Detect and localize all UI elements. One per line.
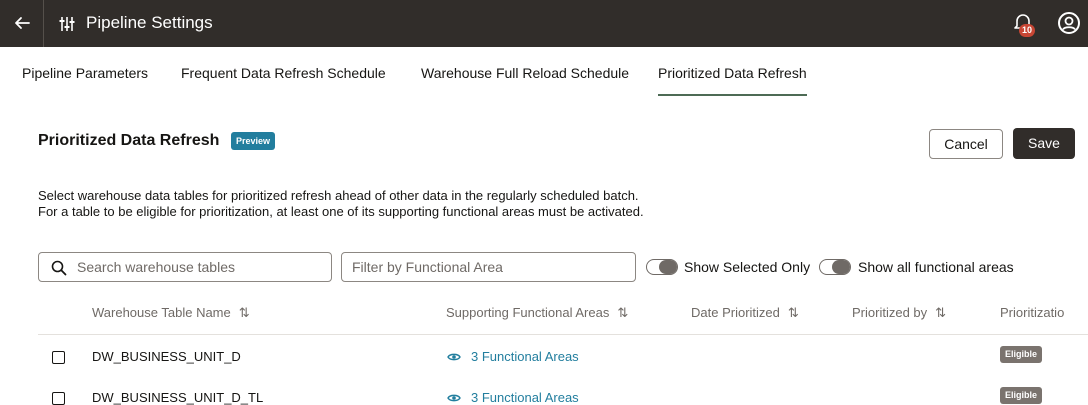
toggle-knob: [659, 260, 677, 274]
preview-badge: Preview: [231, 132, 276, 150]
toggle-knob: [832, 260, 850, 274]
description-line-2: For a table to be eligible for prioritiz…: [38, 204, 644, 219]
show-selected-only-toggle[interactable]: [646, 259, 678, 275]
table-row: DW_BUSINESS_UNIT_D 3 Functional Areas El…: [38, 344, 1088, 374]
sort-icon: ⇅: [935, 305, 947, 320]
tab-warehouse-full-reload-schedule[interactable]: Warehouse Full Reload Schedule: [421, 65, 629, 81]
functional-areas-link[interactable]: 3 Functional Areas: [447, 349, 579, 364]
tab-frequent-data-refresh-schedule[interactable]: Frequent Data Refresh Schedule: [181, 65, 386, 81]
column-header-prioritized-by[interactable]: Prioritized by ⇅: [852, 305, 946, 321]
eligible-badge: Eligible: [1000, 346, 1043, 363]
cancel-button[interactable]: Cancel: [929, 129, 1003, 159]
show-all-functional-areas-toggle[interactable]: [819, 259, 851, 275]
search-icon: [51, 260, 67, 276]
eye-icon: [447, 353, 461, 361]
column-header-date-prioritized[interactable]: Date Prioritized ⇅: [691, 305, 799, 321]
notification-badge: 10: [1019, 24, 1036, 37]
column-header-supporting-functional-areas[interactable]: Supporting Functional Areas ⇅: [446, 305, 628, 321]
show-all-functional-areas-label: Show all functional areas: [858, 259, 1014, 275]
show-selected-only-label: Show Selected Only: [684, 259, 811, 275]
sliders-icon: [59, 17, 75, 31]
warehouse-table-name: DW_BUSINESS_UNIT_D: [92, 349, 241, 364]
save-button[interactable]: Save: [1013, 128, 1075, 159]
arrow-left-icon[interactable]: [12, 13, 32, 33]
eligible-badge: Eligible: [1000, 387, 1043, 404]
top-bar: Pipeline Settings 10: [0, 0, 1088, 47]
warehouse-table-name: DW_BUSINESS_UNIT_D_TL: [92, 390, 264, 405]
tab-prioritized-data-refresh[interactable]: Prioritized Data Refresh: [658, 65, 807, 96]
column-header-warehouse-table-name[interactable]: Warehouse Table Name ⇅: [92, 305, 250, 321]
column-header-prioritization[interactable]: Prioritizatio: [1000, 305, 1064, 320]
divider: [43, 0, 44, 47]
tab-bar: Pipeline Parameters Frequent Data Refres…: [0, 47, 1088, 99]
description-line-1: Select warehouse data tables for priorit…: [38, 188, 639, 203]
user-avatar-icon[interactable]: [1057, 11, 1081, 35]
search-input[interactable]: [77, 257, 327, 277]
table-row: DW_BUSINESS_UNIT_D_TL 3 Functional Areas…: [38, 385, 1088, 405]
sort-icon: ⇅: [617, 305, 629, 320]
eye-icon: [447, 394, 461, 402]
functional-area-filter: [341, 252, 636, 282]
search-field: [38, 252, 332, 282]
page-title: Pipeline Settings: [86, 13, 213, 32]
row-checkbox[interactable]: [52, 392, 65, 405]
sort-icon: ⇅: [787, 305, 799, 320]
tab-pipeline-parameters[interactable]: Pipeline Parameters: [22, 65, 148, 81]
functional-areas-link[interactable]: 3 Functional Areas: [447, 390, 579, 405]
table-header-divider: [38, 334, 1088, 335]
sort-icon: ⇅: [238, 305, 250, 320]
functional-area-filter-input[interactable]: [352, 257, 622, 277]
row-checkbox[interactable]: [52, 351, 65, 364]
section-title: Prioritized Data Refresh: [38, 132, 220, 149]
